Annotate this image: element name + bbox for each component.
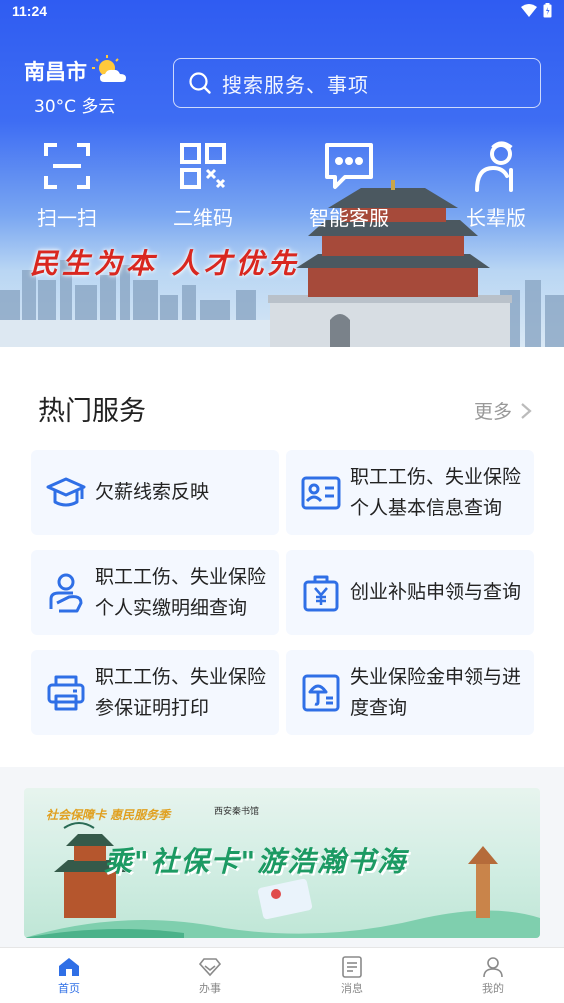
user-icon <box>483 957 503 978</box>
weather-text: 30°C 多云 <box>34 97 116 117</box>
service-label: 职工工伤、失业保险个人实缴明细查询 <box>95 565 267 619</box>
qr-code-button[interactable]: 二维码 <box>143 138 263 231</box>
service-label: 创业补贴申领与查询 <box>350 581 522 603</box>
qr-code-label: 二维码 <box>173 206 233 230</box>
section-title: 热门服务 <box>38 396 146 427</box>
wifi-icon <box>521 3 537 17</box>
more-label: 更多 <box>473 401 512 423</box>
service-label: 职工工伤、失业保险个人基本信息查询 <box>350 465 522 519</box>
banner-tagline: 社会保障卡 惠民服务季 <box>46 808 171 822</box>
search-bar[interactable]: 搜索服务、事项 <box>173 58 541 108</box>
smart-service-button[interactable]: 智能客服 <box>289 138 409 231</box>
person-hand-icon <box>49 573 83 612</box>
smart-service-label: 智能客服 <box>309 206 389 230</box>
graduation-cap-icon <box>46 477 86 506</box>
banner-headline: 乘"社保卡"游浩瀚书海 <box>104 845 408 878</box>
search-icon <box>189 72 211 94</box>
bottom-tab-bar: 首页 办事 消息 我的 <box>0 947 564 1003</box>
battery-icon <box>543 3 552 18</box>
service-label: 职工工伤、失业保险参保证明打印 <box>95 665 267 719</box>
service-card-payment-detail[interactable]: 职工工伤、失业保险个人实缴明细查询 <box>31 550 279 635</box>
city-name[interactable]: 南昌市 <box>24 56 87 86</box>
status-time: 11:24 <box>12 3 48 19</box>
hot-services-section: 热门服务 更多 欠薪线索反映 职工工伤、失业保险个人基本信息查询 职工工伤、失业… <box>0 347 564 767</box>
slogan-text: 民生为本 人才优先 <box>30 247 300 280</box>
tab-label: 消息 <box>341 982 363 995</box>
tab-label: 办事 <box>199 982 221 995</box>
service-card-basic-info[interactable]: 职工工伤、失业保险个人基本信息查询 <box>286 450 534 535</box>
qr-code-icon <box>180 143 226 189</box>
yuan-bag-icon <box>303 575 339 611</box>
scan-icon <box>44 143 90 189</box>
message-doc-icon <box>342 956 362 978</box>
status-bar: 11:24 <box>0 0 564 24</box>
tab-label: 首页 <box>58 982 80 995</box>
tab-label: 我的 <box>482 982 504 995</box>
scan-label: 扫一扫 <box>37 206 97 230</box>
elder-mode-button[interactable]: 长辈版 <box>436 138 556 231</box>
elder-mode-label: 长辈版 <box>466 206 526 230</box>
hero-header: 11:24 南昌市 30°C 多云 搜索服务、事项 民生为本 人才优先 扫一扫 … <box>0 0 564 347</box>
service-card-unemployment-benefit[interactable]: 失业保险金申领与进度查询 <box>286 650 534 735</box>
service-label: 欠薪线索反映 <box>95 481 210 503</box>
partly-cloudy-icon <box>92 55 126 82</box>
chat-bubble-icon <box>325 143 373 189</box>
tab-services[interactable]: 办事 <box>170 954 250 996</box>
scan-button[interactable]: 扫一扫 <box>7 138 127 231</box>
home-icon <box>59 958 79 976</box>
printer-icon <box>47 675 85 710</box>
id-card-icon <box>301 476 341 509</box>
banner-partner: 西安秦书馆 <box>214 807 260 817</box>
tab-messages[interactable]: 消息 <box>312 954 392 996</box>
service-label: 失业保险金申领与进度查询 <box>350 665 522 719</box>
chevron-right-icon <box>521 402 532 419</box>
search-placeholder: 搜索服务、事项 <box>222 72 369 97</box>
elder-icon <box>475 141 513 192</box>
umbrella-doc-icon <box>302 674 340 711</box>
service-card-startup-subsidy[interactable]: 创业补贴申领与查询 <box>286 550 534 635</box>
promo-banner[interactable]: 社会保障卡 惠民服务季 西安秦书馆 乘"社保卡"游浩瀚书海 <box>24 788 540 938</box>
service-card-wage-arrears[interactable]: 欠薪线索反映 <box>31 450 279 535</box>
tab-profile[interactable]: 我的 <box>453 954 533 996</box>
tab-home[interactable]: 首页 <box>29 954 109 996</box>
more-link[interactable]: 更多 <box>474 397 532 424</box>
service-card-insurance-certificate[interactable]: 职工工伤、失业保险参保证明打印 <box>31 650 279 735</box>
diamond-icon <box>199 958 221 977</box>
